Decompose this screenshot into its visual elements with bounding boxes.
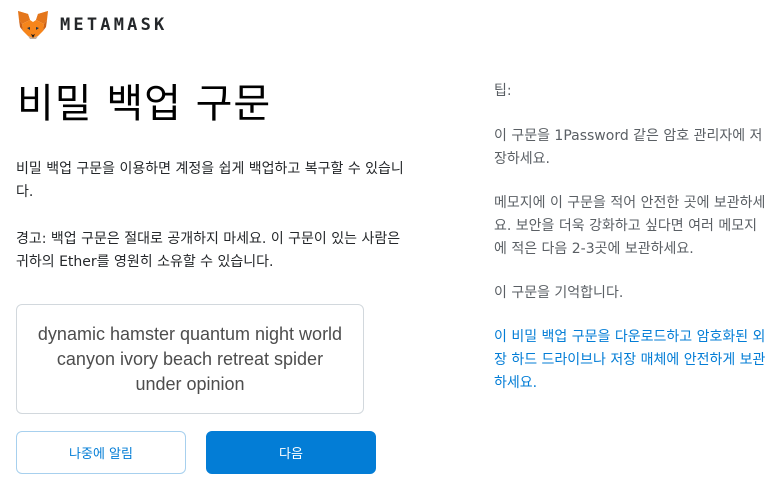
reveal-seed-page: METAMASK 비밀 백업 구문 비밀 백업 구문을 이용하면 계정을 쉽게 … [0, 0, 784, 493]
metamask-fox-icon[interactable] [16, 8, 50, 42]
download-seed-link[interactable]: 이 비밀 백업 구문을 다운로드하고 암호화된 외장 하드 드라이브나 저장 매… [494, 326, 768, 395]
page-title: 비밀 백업 구문 [17, 81, 272, 127]
tips-panel: 팁: 이 구문을 1Password 같은 암호 관리자에 저장하세요. 메모지… [494, 80, 768, 416]
warning-text: 경고: 백업 구문은 절대로 공개하지 마세요. 이 구문이 있는 사람은 귀하… [16, 231, 401, 270]
seed-phrase-box[interactable]: dynamic hamster quantum night world cany… [16, 304, 364, 414]
description-text: 비밀 백업 구문을 이용하면 계정을 쉽게 백업하고 복구할 수 있습니다. [16, 161, 404, 200]
remind-later-button[interactable]: 나중에 알림 [16, 431, 186, 474]
app-header: METAMASK [16, 8, 167, 42]
tip-item: 이 구문을 1Password 같은 암호 관리자에 저장하세요. [494, 128, 763, 167]
tips-title: 팁: [494, 83, 512, 99]
seed-phrase-text: dynamic hamster quantum night world cany… [37, 323, 343, 394]
metamask-wordmark: METAMASK [60, 15, 168, 35]
tip-item: 이 구문을 기억합니다. [494, 285, 624, 301]
next-button[interactable]: 다음 [206, 431, 376, 474]
tip-item: 메모지에 이 구문을 적어 안전한 곳에 보관하세요. 보안을 더욱 강화하고 … [494, 195, 766, 257]
